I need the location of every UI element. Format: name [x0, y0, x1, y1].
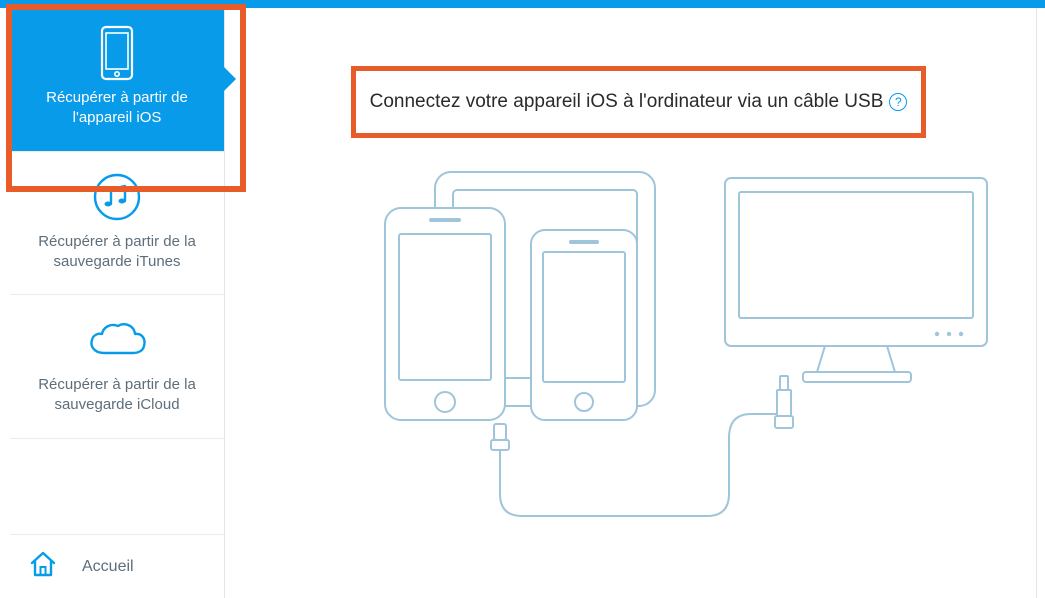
sidebar-item-label: Récupérer à partir de la sauvegarde iClo…: [24, 375, 210, 416]
sidebar-item-label: Récupérer à partir de l'appareil iOS: [24, 88, 210, 129]
sidebar: Récupérer à partir de l'appareil iOS Réc…: [10, 8, 225, 598]
instruction-text: Connectez votre appareil iOS à l'ordinat…: [370, 91, 884, 113]
home-label: Accueil: [82, 558, 134, 576]
sidebar-item-home[interactable]: Accueil: [10, 534, 224, 598]
home-icon: [28, 549, 58, 584]
sidebar-item-recover-itunes-backup[interactable]: Récupérer à partir de la sauvegarde iTun…: [10, 152, 224, 296]
sidebar-item-label: Récupérer à partir de la sauvegarde iTun…: [24, 232, 210, 273]
cloud-icon: [24, 313, 210, 367]
help-icon[interactable]: ?: [889, 93, 907, 111]
top-bar: [0, 0, 1045, 8]
itunes-icon: [24, 170, 210, 224]
sidebar-item-recover-ios-device[interactable]: Récupérer à partir de l'appareil iOS: [10, 8, 224, 152]
sidebar-item-recover-icloud-backup[interactable]: Récupérer à partir de la sauvegarde iClo…: [10, 295, 224, 439]
main-panel: Connectez votre appareil iOS à l'ordinat…: [225, 8, 1037, 598]
connect-illustration: [305, 158, 1005, 538]
highlight-instruction-box: Connectez votre appareil iOS à l'ordinat…: [351, 66, 926, 138]
phone-icon: [24, 26, 210, 80]
